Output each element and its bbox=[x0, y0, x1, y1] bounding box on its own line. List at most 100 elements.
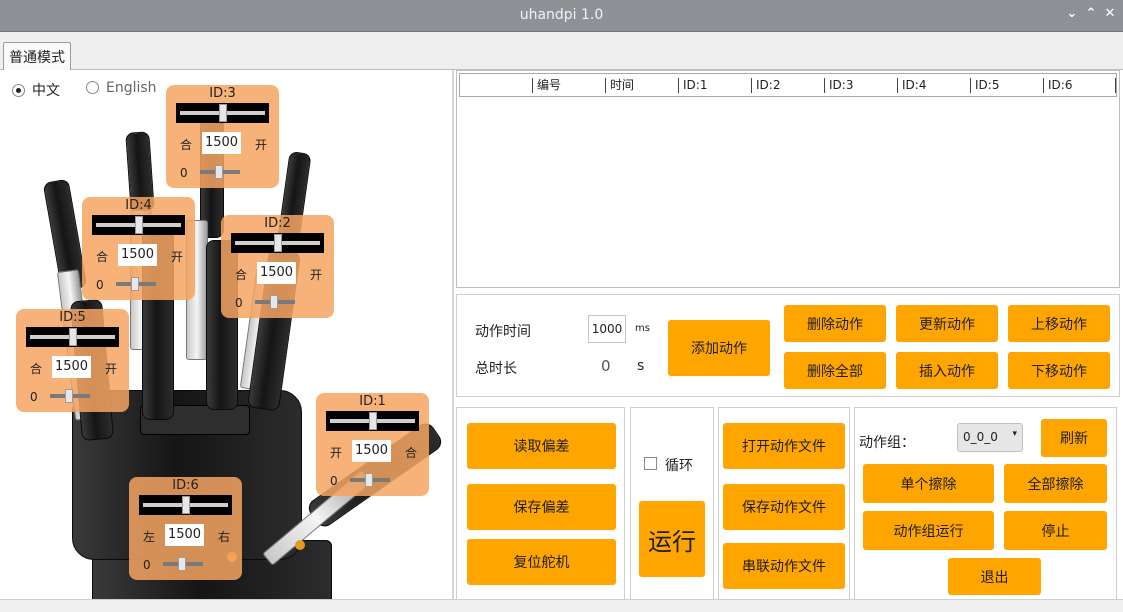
servo-id: ID:6 bbox=[172, 478, 199, 493]
add-action-button[interactable]: 添加动作 bbox=[668, 320, 770, 376]
servo-left-label: 合 bbox=[30, 362, 43, 376]
run-panel: 循环 运行 bbox=[630, 407, 714, 600]
servo-position-slider[interactable] bbox=[326, 411, 419, 431]
exit-button[interactable]: 退出 bbox=[948, 558, 1041, 595]
action-group-label: 动作组： bbox=[859, 435, 915, 451]
column-header-id6[interactable]: ID:6 bbox=[1043, 78, 1072, 93]
run-action-group-button[interactable]: 动作组运行 bbox=[863, 511, 994, 550]
servo-position-slider[interactable] bbox=[139, 495, 232, 515]
tab-bar: 普通模式 bbox=[0, 32, 1123, 71]
servo-control-2: ID:2 合 1500 开 0 bbox=[221, 215, 334, 318]
run-button[interactable]: 运行 bbox=[639, 501, 705, 577]
open-action-file-button[interactable]: 打开动作文件 bbox=[723, 423, 845, 469]
loop-checkbox[interactable] bbox=[644, 457, 657, 470]
servo-value-field[interactable]: 1500 bbox=[165, 524, 204, 546]
slider-handle[interactable] bbox=[131, 277, 139, 291]
tab-normal-mode[interactable]: 普通模式 bbox=[3, 42, 71, 71]
erase-single-button[interactable]: 单个擦除 bbox=[863, 464, 994, 503]
insert-action-button[interactable]: 插入动作 bbox=[896, 352, 998, 389]
servo-position-slider[interactable] bbox=[176, 103, 269, 123]
servo-right-label: 右 bbox=[218, 530, 231, 544]
servo-control-1: ID:1 开 1500 合 0 bbox=[316, 393, 429, 496]
save-action-file-button[interactable]: 保存动作文件 bbox=[723, 484, 845, 530]
servo-left-label: 合 bbox=[180, 138, 193, 152]
slider-handle[interactable] bbox=[219, 104, 227, 122]
maximize-icon[interactable]: ⌃ bbox=[1083, 6, 1099, 21]
servo-left-label: 开 bbox=[330, 446, 343, 460]
servo-id: ID:5 bbox=[59, 310, 86, 325]
title-bar: uhandpi 1.0 ⌄ ⌃ ✕ bbox=[0, 0, 1123, 32]
slider-handle[interactable] bbox=[215, 165, 223, 179]
action-group-select[interactable]: 0_0_0 ▾ bbox=[957, 423, 1023, 452]
servo-offset-value: 0 bbox=[30, 390, 38, 404]
servo-value-field[interactable]: 1500 bbox=[352, 440, 391, 462]
slider-handle[interactable] bbox=[182, 496, 190, 514]
servo-left-label: 左 bbox=[143, 530, 156, 544]
servo-right-label: 合 bbox=[405, 446, 418, 460]
column-header-id5[interactable]: ID:5 bbox=[970, 78, 999, 93]
servo-position-slider[interactable] bbox=[26, 327, 119, 347]
action-edit-panel: 动作时间 1000 ms 总时长 0 s 添加动作 删除动作 更新动作 上移动作… bbox=[456, 294, 1120, 397]
deviation-panel: 读取偏差 保存偏差 复位舵机 bbox=[456, 407, 625, 600]
slider-handle[interactable] bbox=[135, 216, 143, 234]
column-header-id3[interactable]: ID:3 bbox=[824, 78, 853, 93]
servo-id: ID:2 bbox=[264, 216, 291, 231]
column-header-id1[interactable]: ID:1 bbox=[678, 78, 707, 93]
panel-divider bbox=[452, 70, 454, 600]
servo-value-field[interactable]: 1500 bbox=[202, 132, 241, 154]
servo-value-field[interactable]: 1500 bbox=[257, 262, 296, 284]
servo-offset-value: 0 bbox=[330, 474, 338, 488]
refresh-button[interactable]: 刷新 bbox=[1041, 419, 1107, 457]
update-action-button[interactable]: 更新动作 bbox=[896, 305, 998, 342]
move-down-action-button[interactable]: 下移动作 bbox=[1008, 352, 1110, 389]
action-time-label: 动作时间 bbox=[475, 324, 531, 340]
servo-offset-value: 0 bbox=[96, 278, 104, 292]
chain-action-file-button[interactable]: 串联动作文件 bbox=[723, 543, 845, 589]
slider-handle[interactable] bbox=[369, 412, 377, 430]
table-header: 编号 时间 ID:1 ID:2 ID:3 ID:4 ID:5 ID:6 bbox=[459, 73, 1117, 97]
slider-handle[interactable] bbox=[65, 389, 73, 403]
slider-handle[interactable] bbox=[270, 295, 278, 309]
servo-position-slider[interactable] bbox=[231, 233, 324, 253]
total-duration-value: 0 bbox=[601, 357, 611, 375]
delete-all-button[interactable]: 删除全部 bbox=[784, 352, 886, 389]
servo-value-field[interactable]: 1500 bbox=[52, 356, 91, 378]
action-group-selected: 0_0_0 bbox=[963, 430, 998, 444]
servo-offset-slider[interactable] bbox=[50, 389, 90, 403]
servo-offset-value: 0 bbox=[143, 558, 151, 572]
action-time-unit: ms bbox=[635, 323, 650, 334]
slider-handle[interactable] bbox=[178, 557, 186, 571]
column-header-time[interactable]: 时间 bbox=[605, 78, 634, 93]
servo-position-slider[interactable] bbox=[92, 215, 185, 235]
column-header-id2[interactable]: ID:2 bbox=[751, 78, 780, 93]
reset-servo-button[interactable]: 复位舵机 bbox=[467, 539, 616, 585]
action-time-input[interactable]: 1000 bbox=[588, 315, 626, 343]
column-header-number[interactable]: 编号 bbox=[532, 78, 561, 93]
servo-left-label: 合 bbox=[235, 268, 248, 282]
slider-handle[interactable] bbox=[365, 473, 373, 487]
move-up-action-button[interactable]: 上移动作 bbox=[1008, 305, 1110, 342]
delete-action-button[interactable]: 删除动作 bbox=[784, 305, 886, 342]
servo-offset-slider[interactable] bbox=[350, 473, 390, 487]
slider-handle[interactable] bbox=[69, 328, 77, 346]
action-table[interactable]: 编号 时间 ID:1 ID:2 ID:3 ID:4 ID:5 ID:6 bbox=[456, 70, 1120, 288]
column-header-id4[interactable]: ID:4 bbox=[897, 78, 926, 93]
servo-right-label: 开 bbox=[255, 138, 268, 152]
servo-value-field[interactable]: 1500 bbox=[118, 244, 157, 266]
status-strip bbox=[0, 599, 1123, 612]
servo-offset-slider[interactable] bbox=[116, 277, 156, 291]
loop-label: 循环 bbox=[665, 458, 693, 474]
chevron-down-icon: ▾ bbox=[1012, 429, 1017, 439]
window-title: uhandpi 1.0 bbox=[519, 7, 604, 23]
servo-offset-slider[interactable] bbox=[255, 295, 295, 309]
servo-offset-slider[interactable] bbox=[163, 557, 203, 571]
servo-right-label: 开 bbox=[105, 362, 118, 376]
stop-button[interactable]: 停止 bbox=[1004, 511, 1107, 550]
read-deviation-button[interactable]: 读取偏差 bbox=[467, 423, 616, 469]
slider-handle[interactable] bbox=[274, 234, 282, 252]
servo-offset-slider[interactable] bbox=[200, 165, 240, 179]
erase-all-button[interactable]: 全部擦除 bbox=[1004, 464, 1107, 503]
close-icon[interactable]: ✕ bbox=[1102, 6, 1118, 21]
minimize-icon[interactable]: ⌄ bbox=[1064, 6, 1080, 21]
save-deviation-button[interactable]: 保存偏差 bbox=[467, 484, 616, 530]
